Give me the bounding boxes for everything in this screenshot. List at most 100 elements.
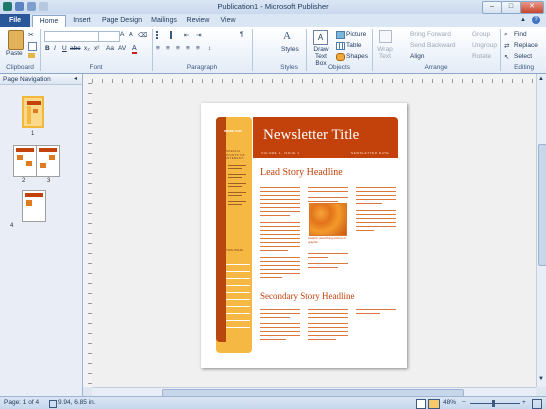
align-left-icon[interactable]: ≡	[156, 45, 160, 52]
tab-page-design[interactable]: Page Design	[98, 15, 146, 27]
zoom-slider-thumb[interactable]	[492, 400, 495, 407]
page-thumbnail-4[interactable]	[22, 190, 46, 222]
line-spacing-icon[interactable]: ↕	[208, 45, 211, 52]
page-number-label: 3	[47, 178, 51, 184]
vertical-scrollbar[interactable]: ▲ ▼	[536, 74, 546, 387]
select-button[interactable]: Select	[514, 53, 532, 60]
align-right-icon[interactable]: ≡	[176, 45, 180, 52]
minimize-button[interactable]: –	[482, 1, 502, 14]
replace-button[interactable]: Replace	[514, 42, 538, 49]
wrap-text-icon[interactable]	[379, 30, 392, 43]
scroll-up-icon[interactable]: ▲	[538, 76, 544, 82]
sidebar-dark-strip	[216, 117, 226, 342]
justify-icon[interactable]: ≡	[186, 45, 190, 52]
lead-story-column-2	[308, 185, 348, 202]
draw-text-box-icon[interactable]: A	[313, 30, 328, 45]
help-icon[interactable]: ?	[532, 16, 540, 24]
lead-story-headline: Lead Story Headline	[260, 167, 343, 178]
group-label-font: Font	[89, 64, 103, 71]
group-button[interactable]: Group	[472, 31, 490, 38]
strikethrough-icon[interactable]: abc	[70, 45, 80, 52]
page-thumbnail-3[interactable]	[36, 145, 60, 177]
subscript-icon[interactable]: x₂	[84, 45, 90, 52]
table-button[interactable]: Table	[346, 42, 362, 49]
tab-mailings[interactable]: Mailings	[146, 15, 182, 27]
picture-icon[interactable]	[336, 31, 345, 39]
styles-icon[interactable]: A	[283, 30, 294, 43]
send-backward-button[interactable]: Send Backward	[410, 42, 456, 49]
show-formatting-icon[interactable]: ¶	[240, 31, 244, 38]
rotate-button[interactable]: Rotate	[472, 53, 491, 60]
bring-forward-button[interactable]: Bring Forward	[410, 31, 451, 38]
font-size-combo[interactable]	[98, 31, 120, 42]
table-icon[interactable]	[336, 42, 345, 50]
shapes-button[interactable]: Shapes	[346, 53, 368, 60]
grow-font-icon[interactable]: A	[120, 31, 124, 38]
format-painter-icon[interactable]	[28, 53, 35, 58]
scroll-down-icon[interactable]: ▼	[538, 376, 544, 382]
superscript-icon[interactable]: x²	[94, 45, 99, 52]
clear-formatting-icon[interactable]: ⌫	[138, 31, 147, 39]
ungroup-button[interactable]: Ungroup	[472, 42, 497, 49]
decrease-indent-icon[interactable]: ⇤	[184, 31, 189, 39]
page-thumbnail-1[interactable]	[22, 96, 44, 128]
picture-button[interactable]: Picture	[346, 31, 366, 38]
group-label-arrange: Arrange	[424, 64, 448, 71]
thumb-picture	[49, 155, 55, 160]
underline-icon[interactable]: U	[62, 45, 67, 52]
select-icon: ↖	[504, 54, 510, 61]
bullets-icon[interactable]	[156, 31, 167, 39]
thumb-picture	[26, 161, 32, 166]
thumb-header-bar	[39, 148, 57, 152]
align-center-icon[interactable]: ≡	[166, 45, 170, 52]
tab-file[interactable]: File	[0, 14, 30, 27]
thumb-picture	[33, 109, 38, 113]
page-thumbnail-2[interactable]	[13, 145, 37, 177]
zoom-out-icon[interactable]: −	[462, 397, 466, 409]
group-label-clipboard: Clipboard	[6, 64, 34, 71]
font-name-combo[interactable]	[44, 31, 100, 42]
page-indicator[interactable]: Page: 1 of 4	[4, 397, 39, 409]
zoom-in-icon[interactable]: +	[522, 397, 526, 409]
tab-review[interactable]: Review	[182, 15, 214, 27]
character-spacing-icon[interactable]: AV	[118, 45, 126, 52]
page-number-label: 2	[22, 178, 26, 184]
wrap-text-button[interactable]: Wrap Text	[375, 46, 395, 60]
collapse-pane-icon[interactable]: ◂	[74, 75, 77, 82]
find-button[interactable]: Find	[514, 31, 527, 38]
tab-insert[interactable]: Insert	[66, 15, 98, 27]
in-this-issue-heading: THIS ISSUE:	[226, 248, 244, 252]
publication-page[interactable]: INSIDE THIS SPECIAL POINTS OF INTEREST: …	[201, 103, 407, 368]
maximize-button[interactable]: □	[501, 1, 521, 14]
font-color-icon[interactable]: A	[132, 45, 137, 54]
cut-icon[interactable]: ✂	[28, 31, 34, 39]
close-button[interactable]: ✕	[520, 1, 544, 14]
group-separator	[500, 29, 501, 71]
bold-icon[interactable]: B	[45, 45, 50, 52]
group-separator	[152, 29, 153, 71]
italic-icon[interactable]: I	[54, 45, 56, 52]
secondary-story-column-1	[260, 307, 300, 340]
distribute-icon[interactable]: ≡	[196, 45, 200, 52]
cursor-position-icon	[49, 400, 57, 408]
vertical-scroll-thumb[interactable]	[538, 144, 546, 266]
thumb-header-bar	[27, 101, 41, 105]
lead-story-picture[interactable]	[309, 203, 347, 236]
shapes-icon[interactable]	[336, 53, 345, 61]
paste-button[interactable]: Paste	[6, 50, 23, 57]
zoom-level[interactable]: 48%	[443, 397, 456, 409]
group-label-paragraph: Paragraph	[186, 64, 218, 71]
increase-indent-icon[interactable]: ⇥	[196, 31, 201, 39]
styles-button[interactable]: Styles	[281, 46, 299, 53]
page-number-label: 1	[31, 131, 35, 137]
shrink-font-icon[interactable]: A	[129, 32, 133, 38]
change-case-icon[interactable]: Aa	[106, 45, 114, 52]
zoom-slider[interactable]	[470, 403, 520, 404]
copy-icon[interactable]	[28, 42, 37, 51]
minimize-ribbon-icon[interactable]: ▲	[520, 17, 526, 23]
align-button[interactable]: Align	[410, 53, 424, 60]
clipboard-icon[interactable]	[8, 30, 24, 50]
numbering-icon[interactable]	[170, 31, 181, 39]
tab-view[interactable]: View	[214, 15, 242, 27]
lead-story-column-2b	[308, 251, 348, 268]
